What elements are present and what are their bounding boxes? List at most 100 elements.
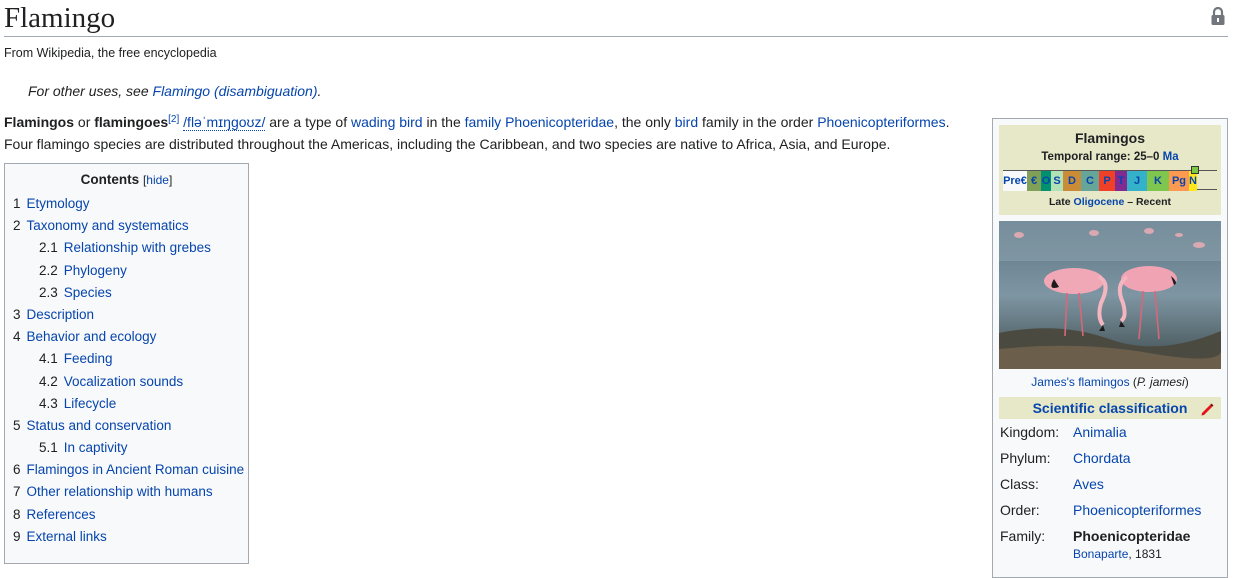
geologic-timeline: Pre€ € O S D C P T J K Pg N [1003, 166, 1217, 191]
toc-item-link[interactable]: Phylogeny [64, 263, 127, 278]
ma-link[interactable]: Ma [1163, 151, 1179, 163]
toc-item-number: 4.1 [39, 351, 58, 367]
toc-item-link[interactable]: Vocalization sounds [64, 374, 183, 389]
lead-text: or [74, 114, 95, 130]
hatnote-suffix: . [317, 83, 322, 99]
toc-item-link[interactable]: In captivity [64, 440, 128, 455]
taxonomy-row: Phylum: Chordata [993, 445, 1227, 471]
timeline-period[interactable]: N [1189, 171, 1197, 191]
taxonomy-row: Order: Phoenicopteriformes [993, 497, 1227, 523]
toc-item[interactable]: 4 Behavior and ecology [13, 326, 248, 348]
timeline-period[interactable]: Pg [1169, 171, 1189, 191]
toc-item-link[interactable]: Lifecycle [64, 396, 117, 411]
timeline-period[interactable]: J [1127, 171, 1147, 191]
taxonomy-value[interactable]: Phoenicopteriformes [1073, 502, 1201, 518]
toc-item-link[interactable]: Other relationship with humans [27, 484, 213, 499]
caption-text: ( [1129, 375, 1137, 389]
toc-item-link[interactable]: Status and conservation [27, 418, 172, 433]
lead-text: in the [422, 114, 465, 130]
toc-item[interactable]: 9 External links [13, 526, 248, 548]
ipa-pronunciation-link[interactable]: /fləˈmɪŋɡoʊz/ [183, 114, 266, 131]
phoenicopteriformes-link[interactable]: Phoenicopteriformes [817, 114, 945, 130]
timeline-period[interactable]: Pre€ [1003, 171, 1027, 191]
edit-pencil-icon[interactable] [1199, 400, 1215, 416]
flamingo-photo[interactable] [999, 221, 1221, 369]
toc-item[interactable]: 7 Other relationship with humans [13, 481, 248, 503]
family-link[interactable]: family [465, 114, 502, 130]
toc-item-link[interactable]: Behavior and ecology [27, 329, 157, 344]
lead-term-flamingoes: flamingoes [94, 114, 169, 130]
authority-year: , 1831 [1128, 547, 1162, 561]
taxonomy-table: Kingdom: Animalia Phylum: Chordata Class: Ave… [993, 419, 1227, 549]
toc-item-link[interactable]: Flamingos in Ancient Roman cuisine [27, 462, 245, 477]
disambiguation-link[interactable]: Flamingo (disambiguation) [153, 83, 318, 99]
lead-paragraph: Flamingos or flamingoes[2] /fləˈmɪŋɡoʊz/… [4, 111, 984, 155]
toc-item-link[interactable]: References [27, 507, 96, 522]
taxonomy-row: Kingdom: Animalia [993, 419, 1227, 445]
toc-item-link[interactable]: Description [27, 307, 95, 322]
scientific-classification-link[interactable]: Scientific classification [1033, 400, 1188, 416]
taxonomy-rank: Order: [1000, 502, 1040, 518]
toc-item[interactable]: 5.1 In captivity [13, 437, 248, 459]
toc-item-number: 6 [13, 462, 21, 478]
title-divider [4, 36, 1228, 37]
lead-text-line2: Four flamingo species are distributed th… [4, 136, 891, 152]
toc-item[interactable]: 4.3 Lifecycle [13, 393, 248, 415]
toc-item-number: 5 [13, 417, 21, 433]
infobox: Flamingos Temporal range: 25–0 Ma Pre€ € O… [992, 118, 1228, 578]
toc-item-link[interactable]: Etymology [27, 196, 90, 211]
toc-item-number: 9 [13, 528, 21, 544]
toc-item-link[interactable]: Species [64, 285, 112, 300]
lock-icon[interactable] [1210, 7, 1226, 25]
toc-item[interactable]: 5 Status and conservation [13, 415, 248, 437]
jamess-flamingos-link[interactable]: James's flamingos [1031, 375, 1129, 389]
toc-item-number: 7 [13, 484, 21, 500]
toc-item[interactable]: 4.1 Feeding [13, 348, 248, 370]
period-prefix: Late [1049, 196, 1074, 208]
toc-item[interactable]: 2.1 Relationship with grebes [13, 237, 248, 259]
toc-item-number: 2.1 [39, 240, 58, 256]
hatnote-prefix: For other uses, see [28, 83, 153, 99]
toc-item[interactable]: 1 Etymology [13, 193, 248, 215]
taxonomy-value[interactable]: Animalia [1073, 424, 1127, 440]
timeline-period[interactable]: D [1063, 171, 1081, 191]
taxonomy-value[interactable]: Chordata [1073, 450, 1131, 466]
toc-item[interactable]: 4.2 Vocalization sounds [13, 371, 248, 393]
timeline-period[interactable]: C [1081, 171, 1099, 191]
timeline-period[interactable]: P [1099, 171, 1115, 191]
toc-hide-button[interactable]: hide [146, 173, 169, 187]
toc-item[interactable]: 2 Taxonomy and systematics [13, 215, 248, 237]
oligocene-link[interactable]: Oligocene [1074, 196, 1125, 208]
taxonomy-value[interactable]: Aves [1073, 476, 1104, 492]
timeline-period[interactable]: S [1051, 171, 1063, 191]
toc-heading: Contents [80, 172, 140, 187]
toc-item-link[interactable]: Relationship with grebes [64, 240, 211, 255]
bird-link[interactable]: bird [675, 114, 698, 130]
bonaparte-link[interactable]: Bonaparte [1073, 547, 1128, 561]
table-of-contents: Contents [hide] 1 Etymology 2 Taxonomy and … [4, 163, 249, 564]
toc-item[interactable]: 3 Description [13, 304, 248, 326]
toc-title: Contents [hide] [80, 172, 173, 187]
timeline-period[interactable]: K [1147, 171, 1169, 191]
toc-item[interactable]: 6 Flamingos in Ancient Roman cuisine [13, 459, 248, 481]
toc-item-number: 2.3 [39, 284, 58, 300]
toc-item-link[interactable]: Taxonomy and systematics [27, 218, 189, 233]
phoenicopteridae-link[interactable]: Phoenicopteridae [505, 114, 614, 130]
timeline-period[interactable]: T [1115, 171, 1127, 191]
hatnote: For other uses, see Flamingo (disambigua… [28, 83, 321, 99]
taxonomy-rank: Kingdom: [1000, 424, 1060, 440]
taxonomy-rank: Class: [1000, 476, 1039, 492]
toc-list: 1 Etymology 2 Taxonomy and systematics 2.1 Re… [13, 193, 248, 548]
wading-bird-link[interactable]: wading bird [351, 114, 423, 130]
timeline-range-marker [1191, 166, 1199, 174]
toc-item-link[interactable]: Feeding [64, 351, 113, 366]
toc-item[interactable]: 2.2 Phylogeny [13, 260, 248, 282]
timeline-period[interactable]: € [1027, 171, 1041, 191]
toc-item[interactable]: 8 References [13, 504, 248, 526]
toc-item-link[interactable]: External links [27, 529, 107, 544]
timeline-period[interactable]: O [1041, 171, 1051, 191]
toc-item-number: 2 [13, 218, 21, 234]
citation-link[interactable]: [2] [168, 114, 179, 125]
toc-item[interactable]: 2.3 Species [13, 282, 248, 304]
lead-text: . [945, 114, 950, 130]
